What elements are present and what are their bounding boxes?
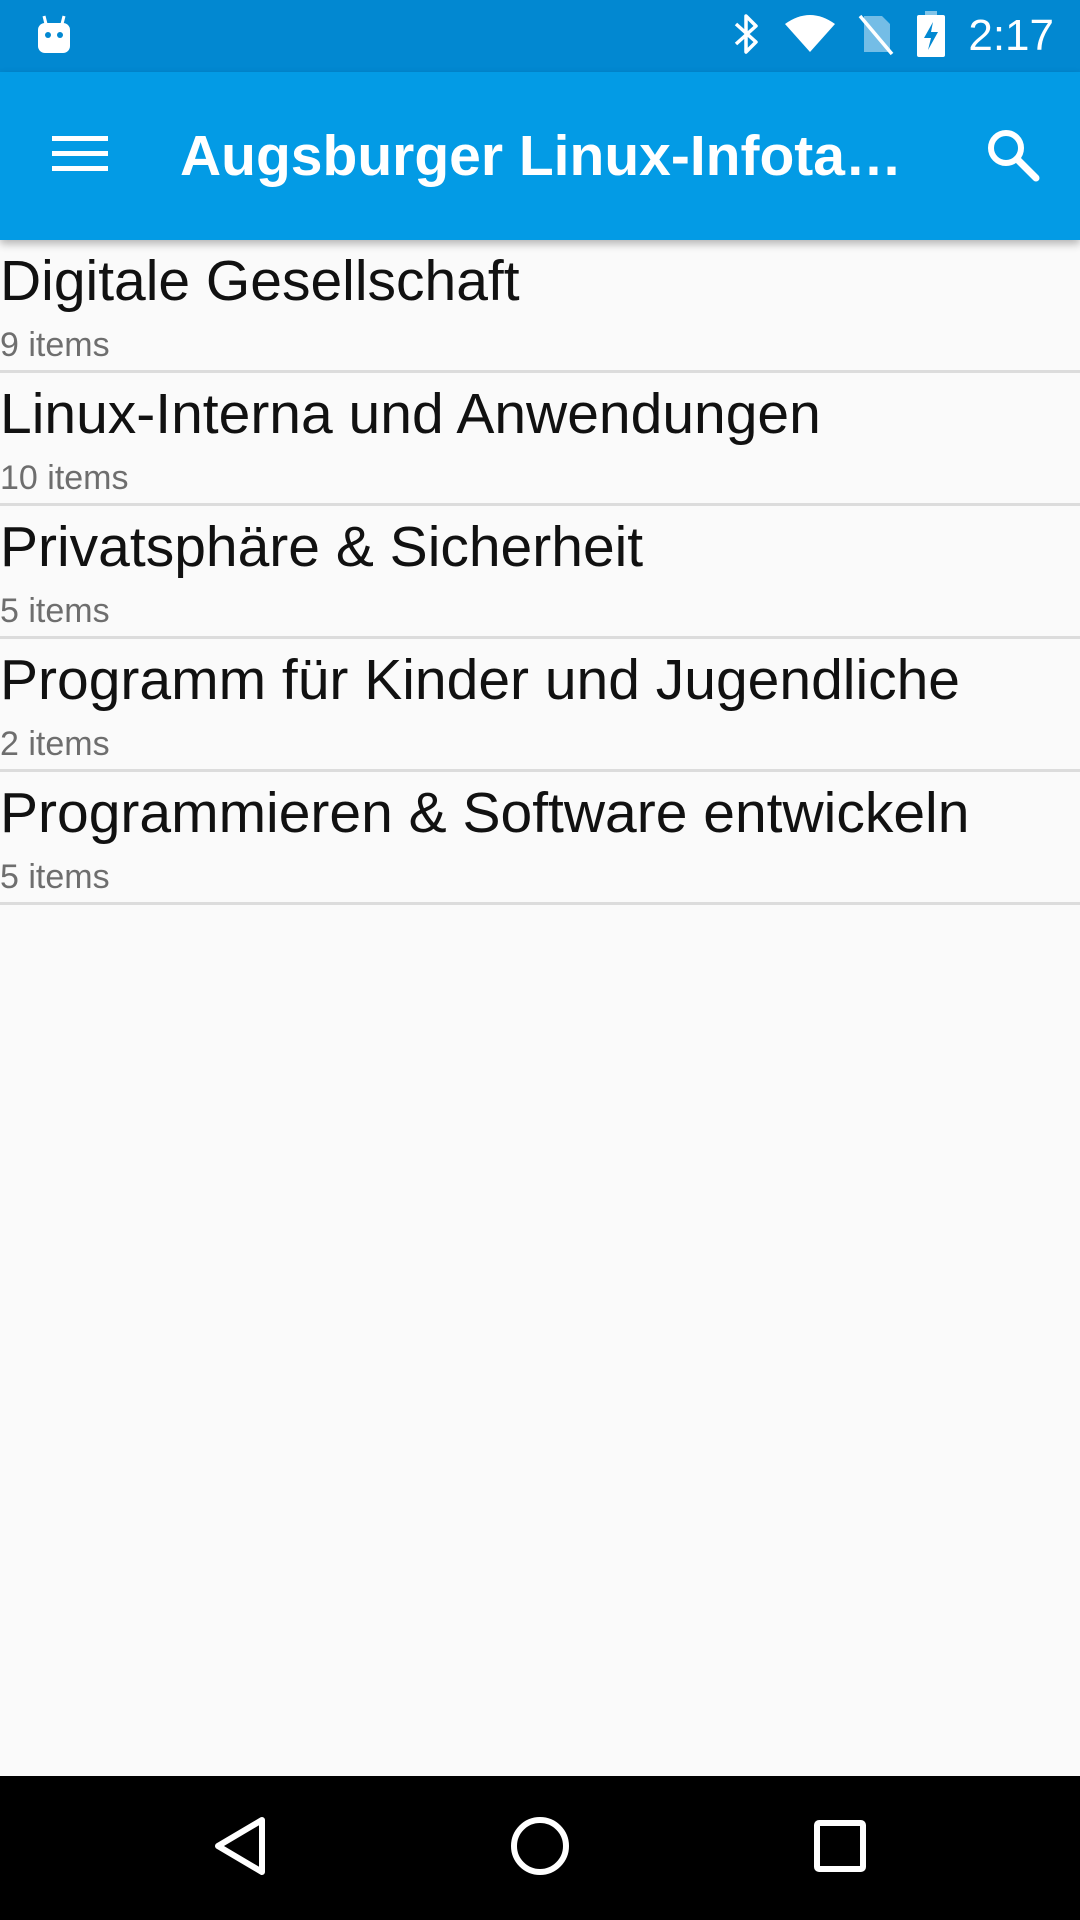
item-count: 5 items (0, 858, 110, 896)
back-icon (210, 1814, 270, 1883)
search-icon (984, 126, 1040, 187)
item-title: Privatsphäre & Sicherheit (0, 515, 644, 579)
list-item[interactable]: Programmieren & Software entwickeln 5 it… (0, 772, 1080, 905)
home-button[interactable] (490, 1798, 590, 1898)
menu-button[interactable] (40, 116, 120, 196)
wifi-icon (784, 14, 836, 59)
status-icons: 2:17 (732, 0, 1054, 72)
page-title: Augsburger Linux-Infotag… (180, 124, 910, 188)
recents-icon (812, 1818, 868, 1879)
status-bar: 2:17 (0, 0, 1080, 72)
search-button[interactable] (972, 116, 1052, 196)
item-count: 2 items (0, 725, 110, 763)
list-item[interactable]: Programm für Kinder und Jugendliche 2 it… (0, 639, 1080, 772)
item-title: Programm für Kinder und Jugendliche (0, 648, 961, 712)
item-title: Linux-Interna und Anwendungen (0, 382, 821, 446)
menu-icon (52, 134, 108, 179)
clock: 2:17 (968, 11, 1054, 60)
item-title: Programmieren & Software entwickeln (0, 781, 970, 845)
track-list: Digitale Gesellschaft 9 items Linux-Inte… (0, 240, 1080, 905)
bluetooth-icon (732, 12, 762, 61)
item-title: Digitale Gesellschaft (0, 249, 520, 313)
item-count: 10 items (0, 459, 129, 497)
no-sim-icon (858, 12, 894, 61)
list-item[interactable]: Linux-Interna und Anwendungen 10 items (0, 373, 1080, 506)
android-debug-icon (36, 14, 72, 56)
navigation-bar (0, 1776, 1080, 1920)
list-item[interactable]: Privatsphäre & Sicherheit 5 items (0, 506, 1080, 639)
app-bar: Augsburger Linux-Infotag… (0, 72, 1080, 240)
battery-charging-icon (916, 10, 946, 63)
list-item[interactable]: Digitale Gesellschaft 9 items (0, 240, 1080, 373)
home-icon (508, 1814, 572, 1883)
item-count: 9 items (0, 326, 110, 364)
back-button[interactable] (190, 1798, 290, 1898)
recents-button[interactable] (790, 1798, 890, 1898)
item-count: 5 items (0, 592, 110, 630)
